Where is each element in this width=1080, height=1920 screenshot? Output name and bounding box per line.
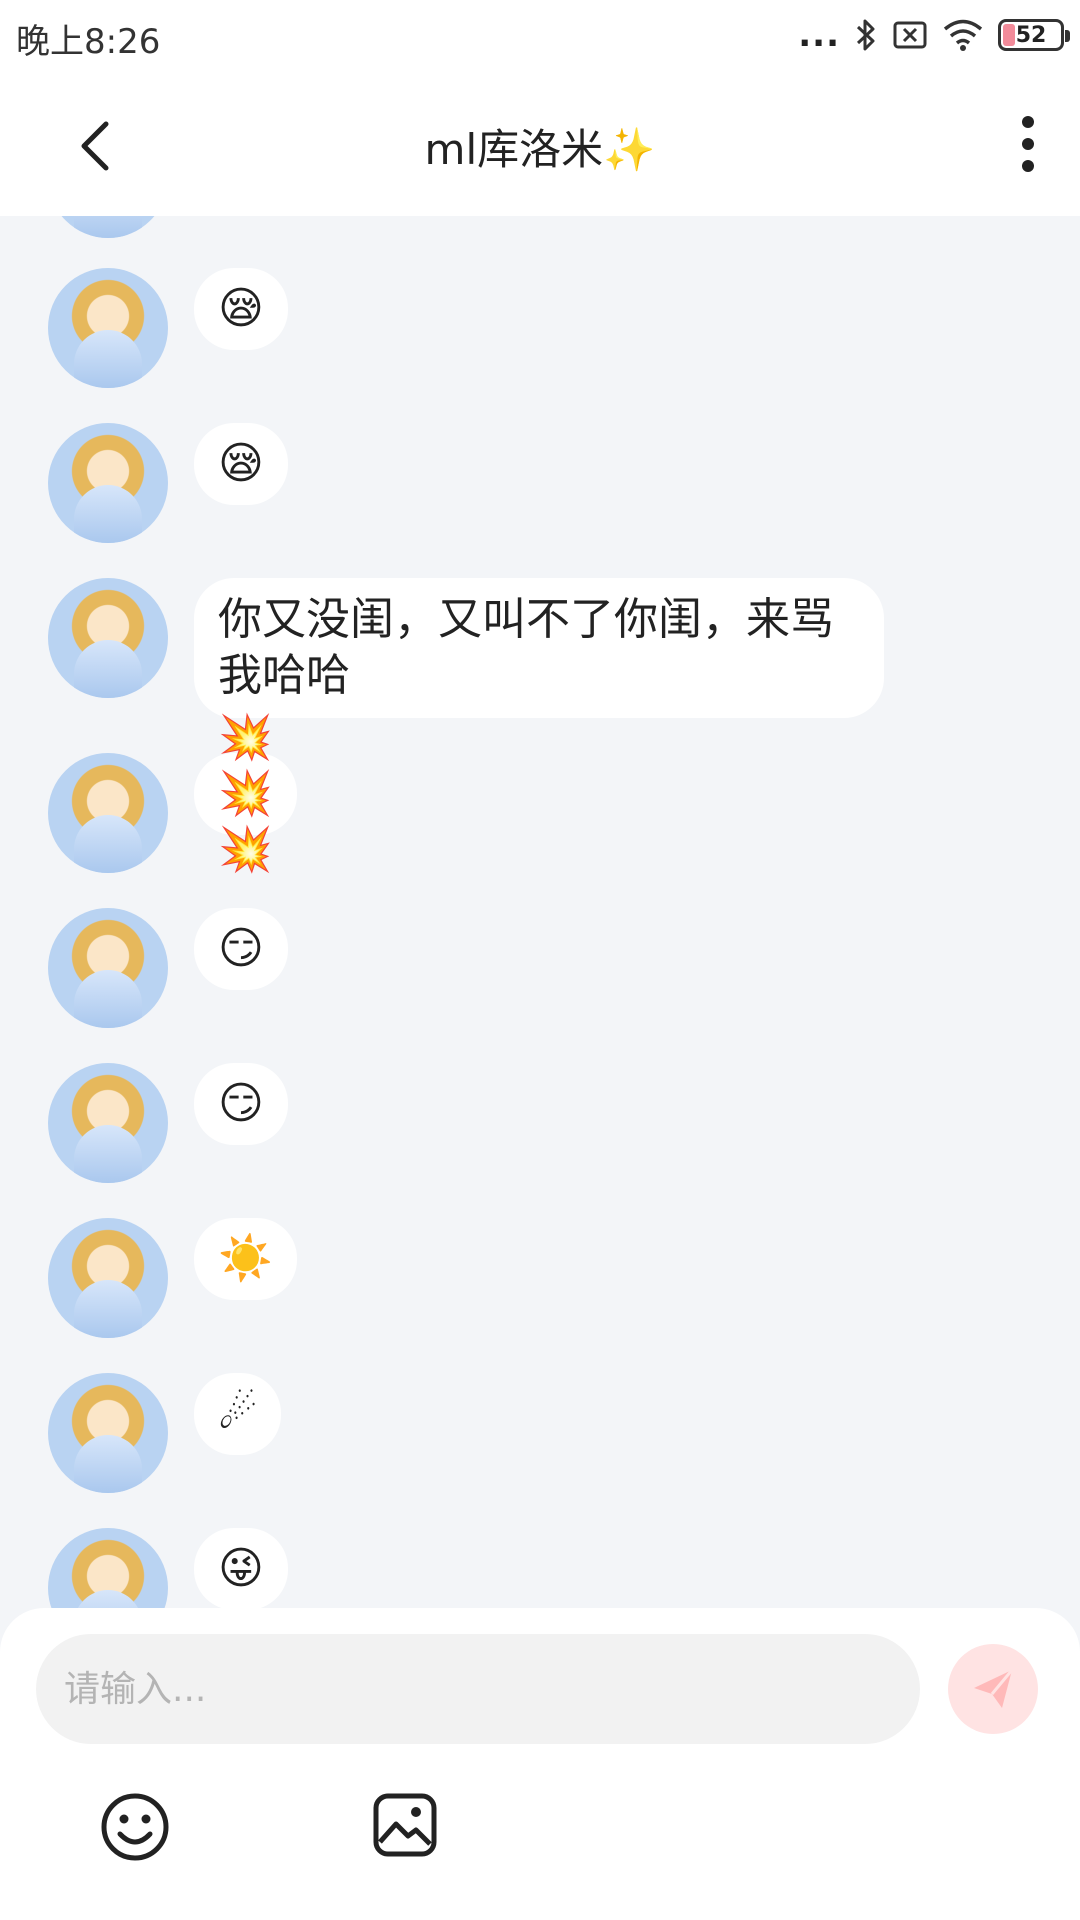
more-vertical-icon [1022,116,1034,172]
message-bubble[interactable]: 💥💥💥 [194,712,297,875]
avatar[interactable] [48,268,168,388]
message-bubble[interactable]: 😏 [194,908,288,990]
message-bubble[interactable]: ☀️ [194,1218,297,1300]
message-bubble[interactable]: 😪 [194,268,288,350]
more-button[interactable] [1006,112,1050,176]
message-bubble[interactable]: 😏 [194,1063,288,1145]
more-dots: ... [798,15,840,55]
avatar[interactable] [48,216,168,238]
smiley-icon [101,1793,169,1861]
message-bubble[interactable]: 你又没闺，又叫不了你闺，来骂我哈哈 [194,578,884,718]
wifi-icon [943,19,983,51]
avatar[interactable] [48,1218,168,1338]
emoji-button[interactable] [100,1792,170,1862]
avatar[interactable] [48,423,168,543]
battery-level: 52 [1015,22,1047,48]
avatar[interactable] [48,578,168,698]
battery-icon: 52 [998,19,1070,51]
avatar[interactable] [48,753,168,873]
composer [0,1608,1080,1920]
message-input[interactable] [36,1634,920,1744]
avatar[interactable] [48,1528,168,1608]
avatar[interactable] [48,1063,168,1183]
sim-off-icon [893,21,927,49]
status-icons: ... 52 [798,12,1070,58]
status-bar: 晚上8:26 ... 52 [0,0,1080,72]
paper-plane-icon [974,1669,1014,1708]
message-list[interactable]: 😪 😪 你又没闺，又叫不了你闺，来骂我哈哈 💥💥💥 😏 😏 ☀️ ☄ 😜 [0,216,1080,1608]
message-bubble[interactable]: 😪 [194,423,288,505]
message-bubble[interactable]: 😜 [194,1528,288,1608]
page-title: ml库洛米✨ [424,125,656,174]
image-button[interactable] [372,1792,438,1858]
status-time: 晚上8:26 [16,22,161,62]
chat-header: ml库洛米✨ [0,72,1080,216]
image-icon [373,1793,437,1857]
avatar[interactable] [48,908,168,1028]
avatar[interactable] [48,1373,168,1493]
message-bubble[interactable]: ☄ [194,1373,282,1455]
bluetooth-icon [856,19,875,51]
send-button[interactable] [948,1644,1038,1734]
